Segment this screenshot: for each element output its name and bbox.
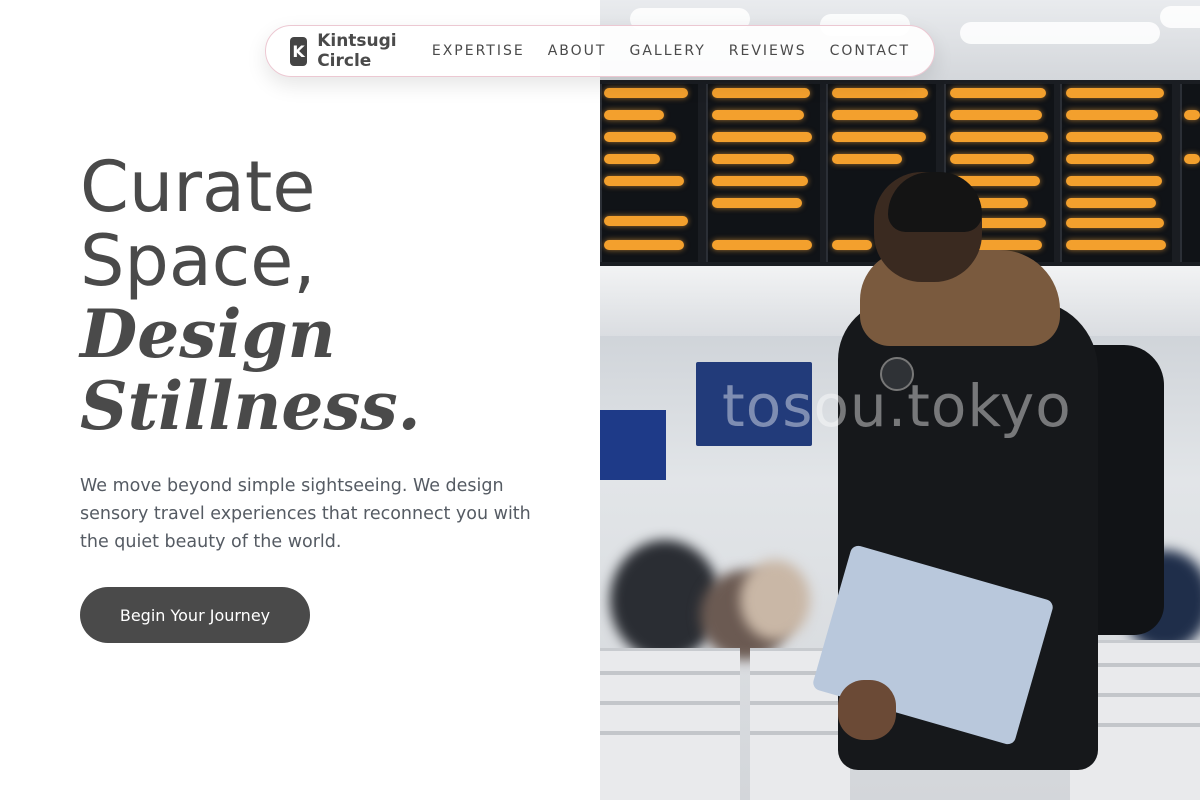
nav-link-gallery[interactable]: GALLERY [629,43,705,59]
nav-link-about[interactable]: ABOUT [548,43,607,59]
hero-heading-line-italic: Design [80,295,336,373]
blue-sign [600,410,666,480]
nav-links: EXPERTISE ABOUT GALLERY REVIEWS CONTACT [432,43,910,59]
brand-name[interactable]: Kintsugi Circle [317,31,400,71]
hero-heading: Curate Space, Design Stillness. [80,150,560,442]
traveler-hand [838,680,896,740]
hero-heading-line-italic: Stillness. [80,367,421,445]
brand-logo-icon[interactable]: K [290,36,308,66]
hero-heading-line: Space, [80,220,316,302]
image-watermark: tosou.tokyo [722,372,1072,440]
top-navigation: K Kintsugi Circle EXPERTISE ABOUT GALLER… [265,25,935,77]
hero-description: We move beyond simple sightseeing. We de… [80,476,531,552]
waiting-bench [600,648,740,800]
begin-journey-button[interactable]: Begin Your Journey [80,587,310,643]
nav-link-expertise[interactable]: EXPERTISE [432,43,525,59]
nav-link-reviews[interactable]: REVIEWS [729,43,807,59]
hero-heading-line: Curate [80,146,316,228]
nav-link-contact[interactable]: CONTACT [830,43,910,59]
